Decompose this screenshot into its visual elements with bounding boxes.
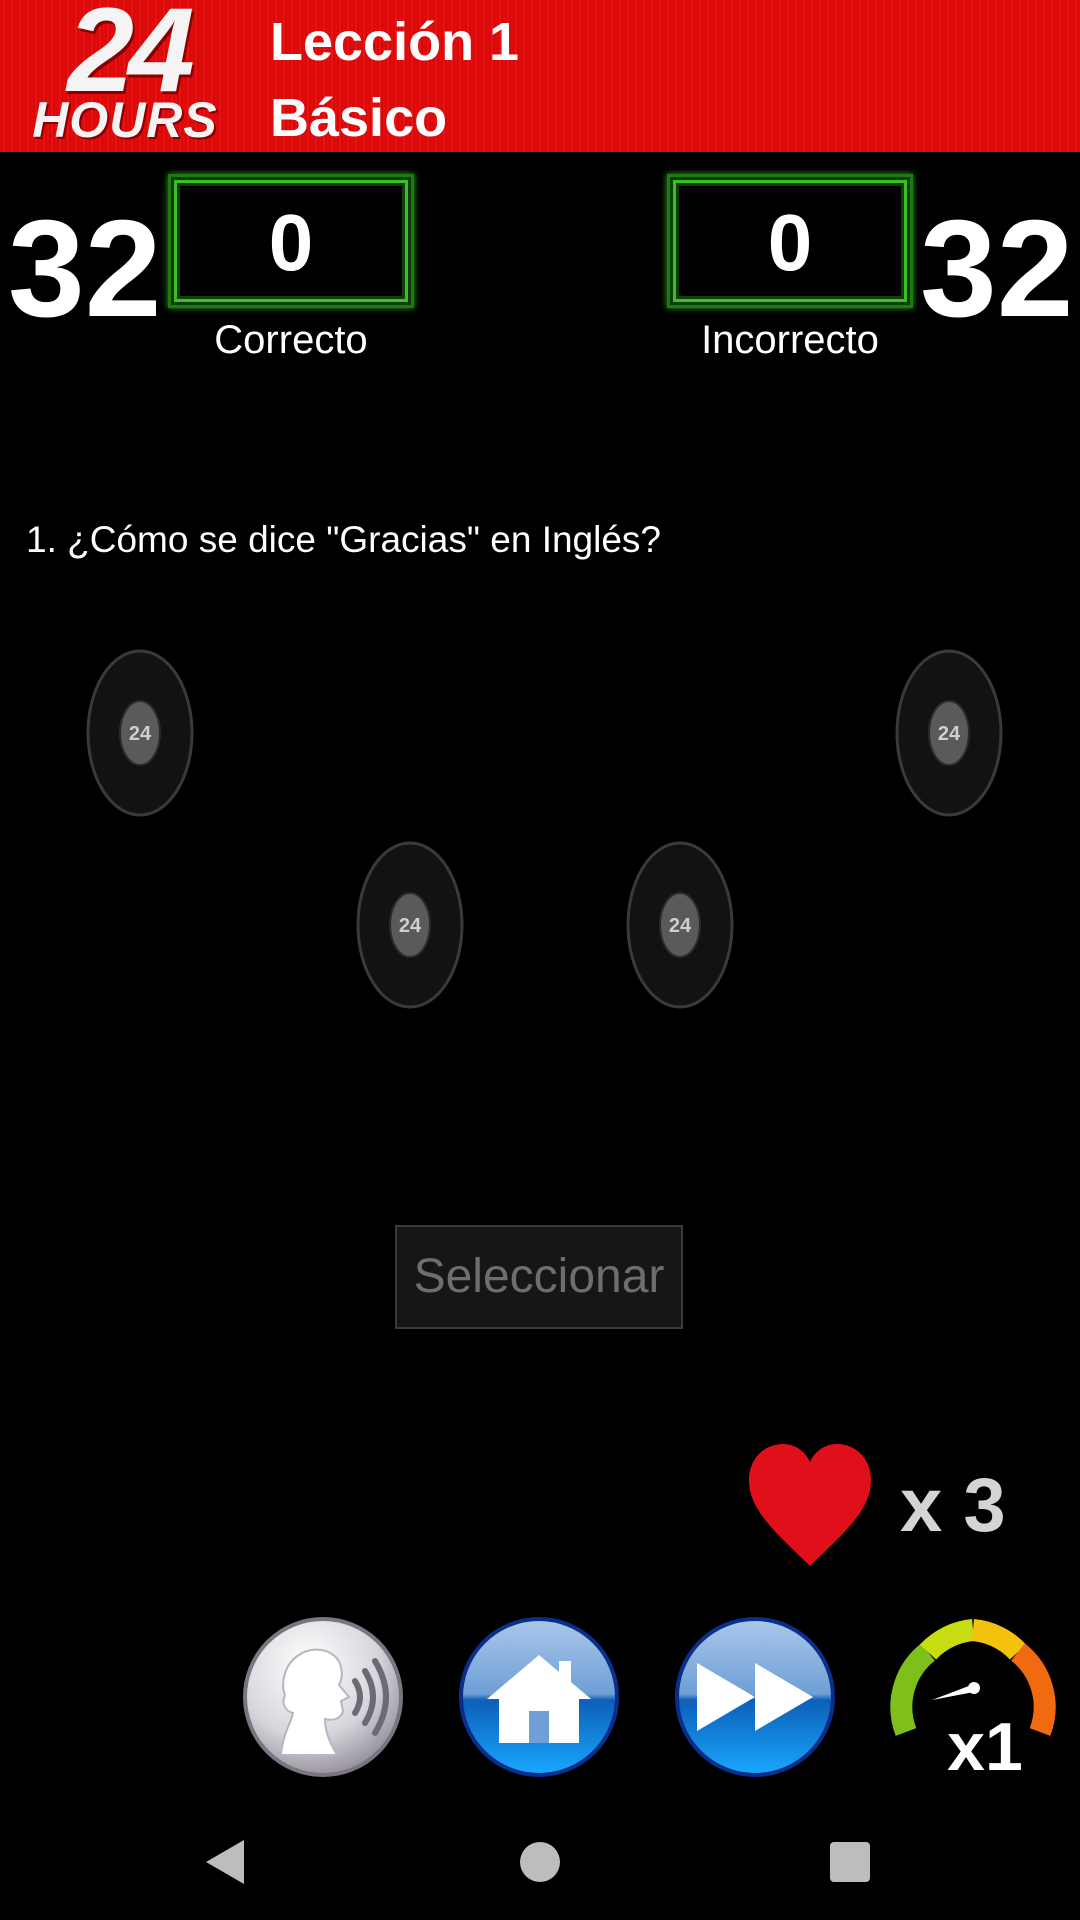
correct-label: Correcto [214,318,368,362]
lives-count: x 3 [900,1463,1006,1548]
answer-option-speaker-1[interactable]: 24 [62,648,196,818]
home-icon[interactable] [457,1615,621,1779]
incorrect-label: Incorrecto [701,318,879,362]
back-icon[interactable] [196,1832,256,1892]
app-logo: 24 HOURS [0,0,250,150]
total-questions-right: 32 [920,192,1074,346]
answer-option-speaker-3[interactable]: 24 [332,840,466,1010]
home-nav-icon[interactable] [510,1832,570,1892]
system-nav-bar [0,1820,1080,1920]
speaker-logo: 24 [129,723,152,745]
logo-word: HOURS [32,92,218,148]
correct-score-box: 0 [168,174,414,308]
speaker-logo: 24 [399,915,422,937]
answer-option-speaker-4[interactable]: 24 [602,840,736,1010]
total-questions-left: 32 [8,192,162,346]
speed-label: x1 [947,1709,1023,1785]
lesson-level: Básico [270,88,448,148]
heart-icon [749,1444,871,1566]
app-header: 24 HOURS Lección 1 Básico [0,0,1080,152]
lesson-title: Lección 1 [270,12,520,72]
incorrect-count: 0 [767,198,813,287]
fast-forward-icon[interactable] [673,1615,837,1779]
speaker-logo: 24 [938,723,961,745]
incorrect-score-box: 0 [667,174,913,308]
answer-option-speaker-2[interactable]: 24 [871,648,1005,818]
speaking-head-icon[interactable] [241,1615,405,1779]
speaker-logo: 24 [669,915,692,937]
correct-count: 0 [268,198,314,287]
recents-icon[interactable] [820,1832,880,1892]
question-text: 1. ¿Cómo se dice "Gracias" en Inglés? [26,519,661,560]
select-button[interactable]: Seleccionar [395,1225,683,1329]
